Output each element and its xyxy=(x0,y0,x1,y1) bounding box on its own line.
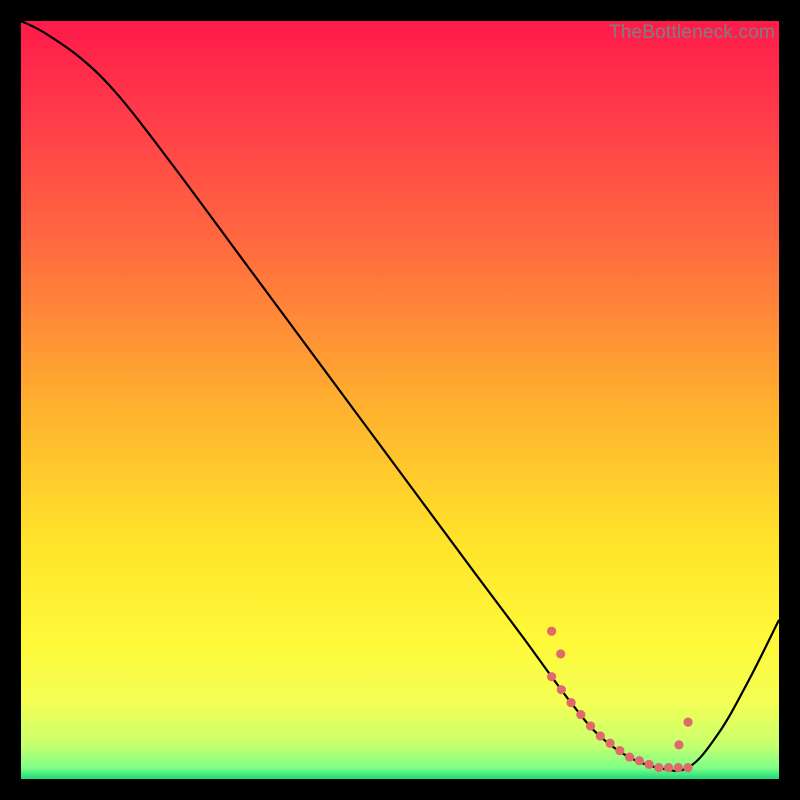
sweet-spot-dot xyxy=(674,740,683,749)
sweet-spot-dot xyxy=(615,746,624,755)
sweet-spot-dot xyxy=(654,763,663,772)
sweet-spot-dot xyxy=(547,627,556,636)
sweet-spot-dot xyxy=(576,710,585,719)
chart-frame: TheBottleneck.com xyxy=(21,21,779,779)
sweet-spot-dot xyxy=(664,763,673,772)
sweet-spot-dot xyxy=(683,763,692,772)
sweet-spot-dot xyxy=(557,685,566,694)
sweet-spot-dot xyxy=(674,763,683,772)
watermark-text: TheBottleneck.com xyxy=(609,22,775,44)
sweet-spot-dot xyxy=(596,731,605,740)
sweet-spot-dot xyxy=(625,752,634,761)
sweet-spot-dot xyxy=(605,739,614,748)
sweet-spot-dot xyxy=(644,760,653,769)
sweet-spot-dot xyxy=(566,698,575,707)
gradient-background xyxy=(21,21,779,779)
sweet-spot-dot xyxy=(635,756,644,765)
chart-plot xyxy=(21,21,779,779)
sweet-spot-dot xyxy=(586,721,595,730)
sweet-spot-dot xyxy=(547,672,556,681)
sweet-spot-dot xyxy=(556,649,565,658)
sweet-spot-dot xyxy=(683,718,692,727)
